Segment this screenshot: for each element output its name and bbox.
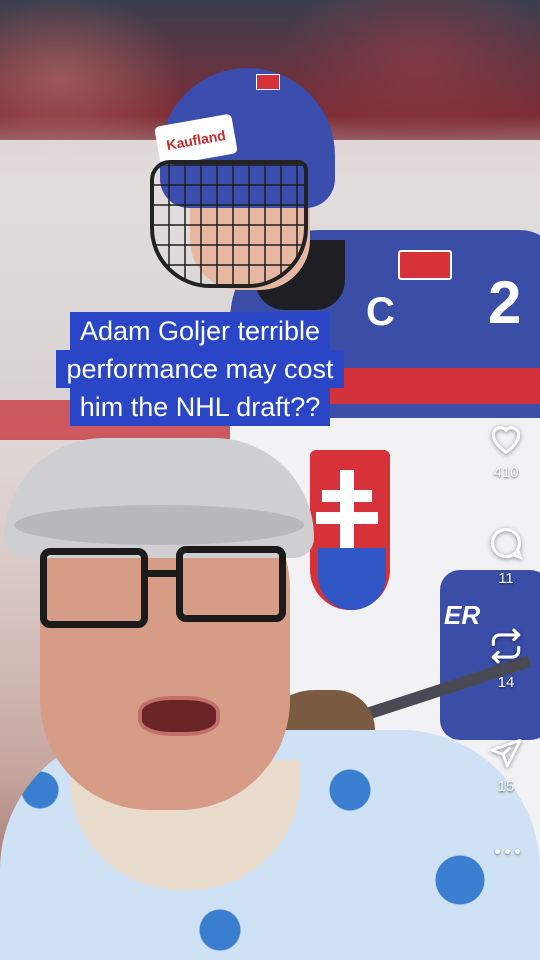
comment-button[interactable]: 11 (478, 524, 534, 587)
repost-count: 14 (497, 674, 515, 691)
like-count: 410 (493, 464, 519, 481)
repost-button[interactable]: 14 (478, 626, 534, 691)
caption-line: Adam Goljer terrible (69, 312, 331, 350)
presenter-cap-brim (14, 505, 304, 545)
glove-logo: ER (444, 600, 481, 630)
heart-icon (491, 426, 521, 455)
like-button[interactable]: 410 (478, 420, 534, 481)
jersey-number: 2 (488, 269, 522, 336)
send-icon (490, 738, 522, 768)
more-icon-dot (515, 849, 520, 854)
video-frame[interactable]: C 2 ER Kaufland Adam Goljer terrible per… (0, 0, 540, 960)
helmet-flag (256, 74, 280, 90)
glasses-lens-left (40, 548, 148, 628)
glasses-lens-right (176, 546, 286, 622)
video-caption: Adam Goljer terrible performance may cos… (14, 312, 386, 426)
glasses-bridge (146, 570, 178, 577)
more-options-button[interactable] (494, 842, 524, 862)
share-button[interactable]: 15 (478, 736, 534, 795)
more-icon (495, 849, 500, 854)
comment-icon (490, 528, 523, 560)
flag-patch (398, 250, 452, 280)
crest-cross-bar (316, 512, 378, 524)
caption-line: performance may cost (56, 350, 344, 388)
caption-line: him the NHL draft?? (69, 388, 331, 426)
crest-cross (340, 470, 354, 548)
crest-cross-bar (322, 490, 372, 502)
more-icon-dot (505, 849, 510, 854)
presenter-mouth (138, 696, 220, 736)
share-count: 15 (497, 778, 515, 795)
repost-icon (491, 628, 521, 664)
comment-count: 11 (498, 570, 514, 587)
face-cage (150, 160, 308, 288)
